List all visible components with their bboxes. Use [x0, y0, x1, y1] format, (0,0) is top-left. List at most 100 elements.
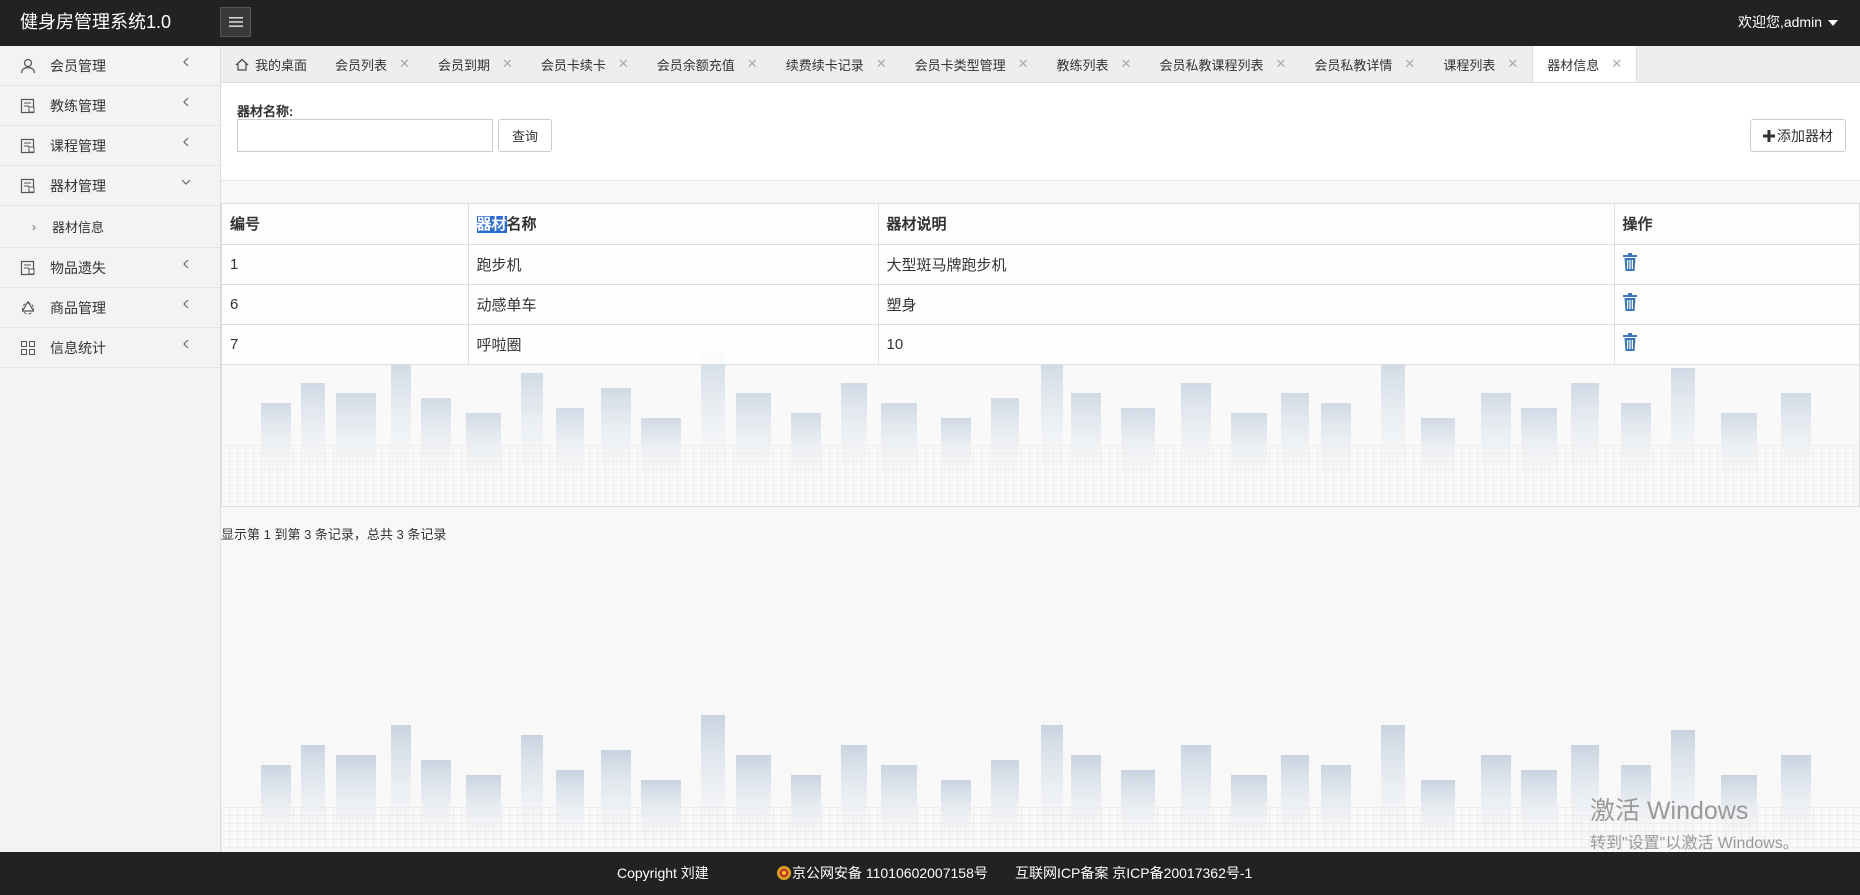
sidebar-item-label: 物品遗失	[50, 259, 106, 276]
tab-label: 续费续卡记录	[785, 57, 864, 73]
close-icon[interactable]: ✕	[1018, 56, 1029, 72]
grid-icon	[20, 340, 36, 356]
tab-private-detail[interactable]: 会员私教详情 ✕	[1300, 46, 1429, 82]
sidebar-subitem-equipment-info[interactable]: › 器材信息	[0, 206, 220, 248]
tab-card-types[interactable]: 会员卡类型管理 ✕	[901, 46, 1043, 82]
tab-bar: 我的桌面 会员列表 ✕ 会员到期 ✕ 会员卡续卡 ✕ 会员余额充值 ✕ 续费续卡记录 ✕ …	[221, 46, 1860, 83]
chevron-left-icon	[183, 58, 189, 66]
close-icon[interactable]: ✕	[502, 56, 513, 72]
close-icon[interactable]: ✕	[1121, 56, 1132, 72]
tab-balance-recharge[interactable]: 会员余额充值 ✕	[643, 46, 772, 82]
query-button[interactable]: 查询	[498, 119, 552, 152]
add-equipment-button[interactable]: 添加器材	[1750, 119, 1846, 152]
cell-id: 1	[222, 244, 469, 285]
search-panel: 器材名称: 查询 添加器材	[221, 83, 1860, 181]
chevron-down-icon	[182, 179, 190, 185]
footer-police-text: 京公网安备 11010602007158号	[792, 865, 988, 881]
trash-icon[interactable]	[1622, 253, 1637, 271]
tab-label: 会员到期	[437, 57, 490, 73]
tab-label: 会员列表	[335, 57, 388, 73]
chevron-left-icon	[183, 340, 189, 348]
sidebar-item-equipment[interactable]: 器材管理	[0, 166, 220, 206]
tab-equipment-info[interactable]: 器材信息 ✕	[1532, 46, 1638, 82]
tab-card-renew[interactable]: 会员卡续卡 ✕	[527, 46, 643, 82]
app-title: 健身房管理系统1.0	[20, 12, 172, 32]
table-row: 6 动感单车 塑身	[222, 284, 1859, 325]
cell-id: 6	[222, 284, 469, 325]
tab-desktop[interactable]: 我的桌面	[221, 46, 321, 82]
tab-label: 会员私教课程列表	[1159, 57, 1264, 73]
plus-icon	[1763, 129, 1775, 142]
trash-icon[interactable]	[1622, 333, 1637, 351]
sidebar-item-label: 商品管理	[50, 299, 106, 316]
sidebar: 会员管理 教练管理 课程管理 器材管理 › 器材信息 物品遗失 商品管理 信息统…	[0, 46, 221, 852]
add-equipment-label: 添加器材	[1777, 127, 1833, 144]
tab-renew-records[interactable]: 续费续卡记录 ✕	[772, 46, 901, 82]
tab-member-list[interactable]: 会员列表 ✕	[321, 46, 424, 82]
chevron-left-icon	[183, 138, 189, 146]
cell-desc: 10	[878, 324, 1615, 365]
sidebar-item-label: 课程管理	[50, 137, 106, 154]
tab-course-list[interactable]: 课程列表 ✕	[1429, 46, 1532, 82]
tab-coach-list[interactable]: 教练列表 ✕	[1043, 46, 1146, 82]
sidebar-item-courses[interactable]: 课程管理	[0, 126, 220, 166]
police-badge-icon	[777, 866, 791, 880]
tab-private-courses[interactable]: 会员私教课程列表 ✕	[1145, 46, 1300, 82]
footer-icp[interactable]: 互联网ICP备案 京ICP备20017362号-1	[1015, 852, 1252, 895]
close-icon[interactable]: ✕	[747, 56, 758, 72]
hamburger-icon	[228, 17, 243, 27]
footer: Copyright 刘建 京公网安备 11010602007158号 互联网IC…	[0, 852, 1860, 895]
close-icon[interactable]: ✕	[1611, 56, 1622, 72]
close-icon[interactable]: ✕	[618, 56, 629, 72]
equipment-name-input[interactable]	[237, 119, 493, 152]
user-menu[interactable]: 欢迎您,admin	[1738, 0, 1838, 44]
activate-subtitle: 转到"设置"以激活 Windows。	[1590, 835, 1799, 852]
user-menu-label: 欢迎您,admin	[1737, 14, 1822, 30]
chevron-left-icon	[183, 260, 189, 268]
top-navbar: 健身房管理系统1.0 欢迎您,admin	[0, 0, 1860, 46]
close-icon[interactable]: ✕	[1507, 56, 1518, 72]
tab-label: 会员卡续卡	[540, 57, 606, 73]
menu-toggle-button[interactable]	[220, 7, 251, 37]
caret-down-icon	[1828, 20, 1838, 27]
cell-name: 跑步机	[468, 244, 879, 285]
doc-icon	[20, 98, 36, 114]
sidebar-item-lost-items[interactable]: 物品遗失	[0, 248, 220, 288]
cell-ops	[1614, 244, 1859, 285]
doc-icon	[20, 138, 36, 154]
column-header-id[interactable]: 编号	[222, 204, 469, 245]
column-header-name-rest: 名称	[506, 216, 537, 234]
close-icon[interactable]: ✕	[1404, 56, 1415, 72]
sidebar-item-label: 器材管理	[50, 177, 106, 194]
footer-copyright: Copyright 刘建	[617, 865, 709, 881]
cell-id: 7	[222, 324, 469, 365]
selected-text: 器材	[476, 216, 507, 234]
sidebar-item-statistics[interactable]: 信息统计	[0, 328, 220, 368]
table-row: 1 跑步机 大型斑马牌跑步机	[222, 244, 1859, 285]
equipment-name-label: 器材名称:	[237, 104, 294, 119]
trash-icon[interactable]	[1622, 293, 1637, 311]
equipment-table: 编号 器材名称 器材说明 操作 1 跑步机 大型斑马牌跑步机 6 动感单车 塑身	[221, 203, 1860, 507]
sidebar-item-products[interactable]: 商品管理	[0, 288, 220, 328]
pagination-info: 显示第 1 到第 3 条记录，总共 3 条记录	[221, 527, 447, 542]
close-icon[interactable]: ✕	[399, 56, 410, 72]
sidebar-item-members[interactable]: 会员管理	[0, 46, 220, 86]
chevron-right-icon: ›	[32, 219, 36, 234]
column-header-name[interactable]: 器材名称	[468, 204, 879, 245]
cell-ops	[1614, 284, 1859, 325]
column-header-desc[interactable]: 器材说明	[878, 204, 1615, 245]
cell-name: 呼啦圈	[468, 324, 879, 365]
close-icon[interactable]: ✕	[1275, 56, 1286, 72]
recycle-icon	[20, 300, 36, 316]
cell-ops	[1614, 324, 1859, 365]
table-header-row: 编号 器材名称 器材说明 操作	[222, 204, 1859, 245]
tab-label: 我的桌面	[255, 57, 308, 73]
sidebar-subitem-label: 器材信息	[52, 220, 105, 235]
column-header-ops: 操作	[1614, 204, 1859, 245]
tab-label: 会员卡类型管理	[914, 57, 1006, 73]
close-icon[interactable]: ✕	[876, 56, 887, 72]
sidebar-item-coaches[interactable]: 教练管理	[0, 86, 220, 126]
footer-police-record[interactable]: 京公网安备 11010602007158号	[776, 852, 988, 895]
tab-label: 会员余额充值	[656, 57, 735, 73]
tab-member-expiry[interactable]: 会员到期 ✕	[424, 46, 527, 82]
